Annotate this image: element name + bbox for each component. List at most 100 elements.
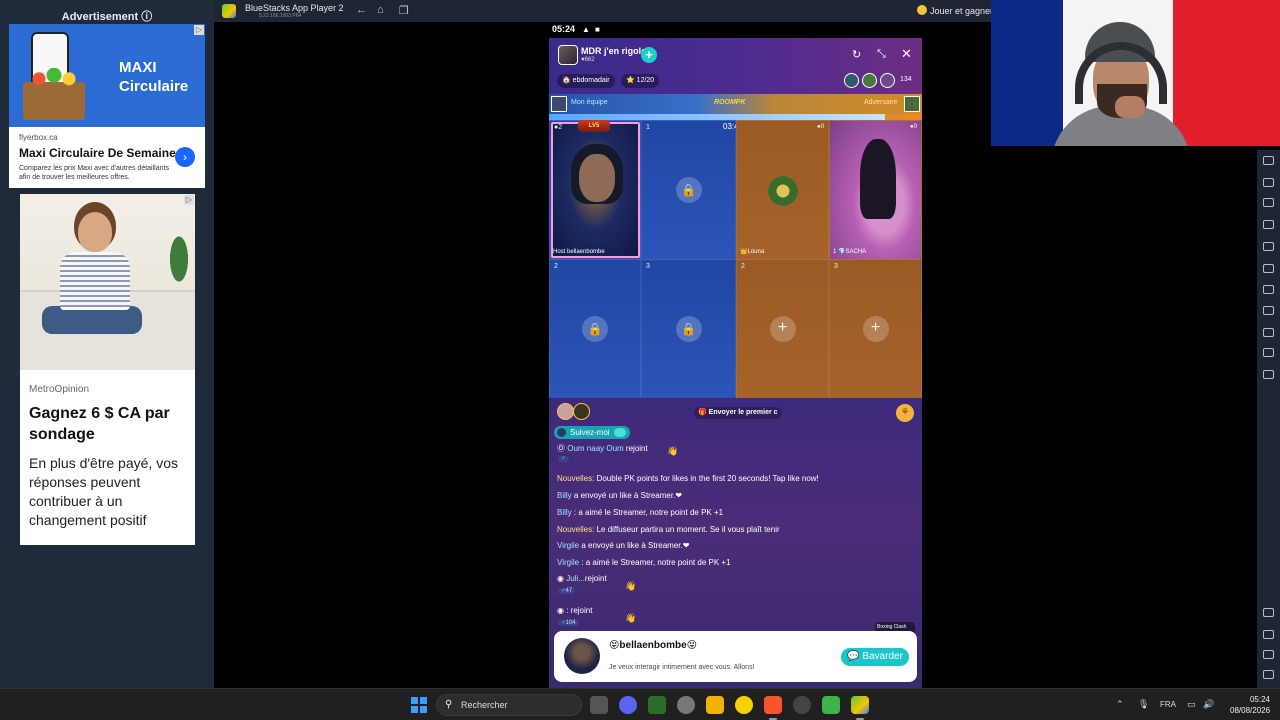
wave-icon[interactable]: 👋 [625,581,636,592]
notification-name: 😝bellaenbombe😝 [609,640,698,651]
rotate-icon[interactable] [1263,285,1274,294]
follow-plus-button[interactable]: + [641,47,657,63]
follow-me-button[interactable]: Suivez-moi [554,426,630,439]
ad-choices-icon[interactable]: ▷ [184,195,194,205]
file-explorer-icon[interactable] [706,696,724,714]
back-arrow-icon[interactable]: ← [356,4,367,16]
opponent-seat-sacha[interactable]: ●0 1 💎SACHA [829,120,922,259]
room-name[interactable]: MDR j'en rigole [581,46,646,56]
room-avatar[interactable] [558,45,578,65]
language-indicator[interactable]: FRA [1160,700,1176,709]
lock-heart-icon[interactable]: 🔒 [675,315,702,342]
plus-heart-icon[interactable]: + [862,315,889,342]
recent-apps-icon[interactable]: ❐ [399,4,409,17]
host-seat[interactable]: LV5 ●2 Host bellaenbombe [549,120,641,259]
ad-metroopinion-title[interactable]: Gagnez 6 $ CA par sondage [29,403,189,445]
viewer-count[interactable]: 134 [900,76,912,83]
back-icon[interactable] [1263,630,1274,639]
ad-maxi-image[interactable]: MAXI Circulaire ▷ [9,24,205,127]
seat-number: 3 [646,263,650,270]
share-icon[interactable]: ↻ [852,48,861,61]
discord-icon[interactable] [619,696,637,714]
lock-heart-icon[interactable]: 🔒 [582,315,608,342]
plus-heart-icon[interactable]: + [769,315,796,342]
seat-2-team[interactable]: 2 🔒 [549,259,641,398]
host-video[interactable] [551,122,640,258]
bluestacks-taskbar-icon[interactable] [851,696,869,714]
record-icon[interactable] [1263,220,1274,229]
taskbar-clock[interactable]: 05:24 08/08/2026 [1230,694,1270,716]
ad-maxi-title[interactable]: Maxi Circulaire De Semaine [19,146,176,160]
minimize-icon[interactable]: ⤡ [877,48,886,61]
seat-3-opponent[interactable]: 3 + [829,259,922,398]
viewer-avatar[interactable] [844,73,859,88]
sacha-label: 1 💎SACHA [833,249,867,255]
ad-maxi[interactable]: MAXI Circulaire ▷ flyerbox.ca Maxi Circu… [9,24,205,188]
snapchat-icon[interactable] [735,696,753,714]
ad-maxi-brand: MAXI Circulaire [119,59,189,95]
location-icon[interactable] [1263,328,1274,337]
gift-icon[interactable]: ⚘ [896,404,914,422]
media-icon[interactable] [1263,242,1274,251]
brave-browser-icon[interactable] [764,696,782,714]
ad-metroopinion[interactable]: ▷ MetroOpinion Gagnez 6 $ CA par sondage… [20,194,195,545]
seat-grid: LV5 ●2 Host bellaenbombe 1 🔒 03:44 ●0 👑L… [549,120,922,398]
microphone-icon[interactable]: 🎙 [1138,699,1149,710]
weekly-rank-pill[interactable]: 🏠 ebdomadair [557,74,615,88]
opponent-host-seat[interactable]: ●0 👑Louna [736,120,829,259]
home-side-icon[interactable] [1263,650,1274,659]
seat-2-opponent[interactable]: 2 + [736,259,829,398]
sacha-video[interactable] [830,121,921,259]
home-icon[interactable]: ⌂ [377,4,384,16]
viewer-avatars[interactable] [844,73,899,89]
search-icon: ⚲ [445,699,453,710]
notification-message: Je veux interagir intimement avec vous. … [609,664,755,671]
layers-icon[interactable] [1263,348,1274,357]
wave-icon[interactable]: 👋 [625,613,636,624]
settings-icon[interactable] [1263,608,1274,617]
shake-icon[interactable] [1263,264,1274,273]
viewer-avatar[interactable] [862,73,877,88]
sync-icon[interactable] [1263,370,1274,379]
play-store-icon[interactable] [648,696,666,714]
obs-icon[interactable] [793,696,811,714]
volume-icon[interactable]: 🔊 [1203,699,1214,710]
play-and-win-button[interactable]: Jouer et gagner [917,5,993,16]
green-app-icon[interactable] [822,696,840,714]
send-first-gift-button[interactable]: 🎁 Envoyer le premier c [694,407,782,419]
chat-like-line: Virgile a envoyé un like à Streamer.❤ [557,541,690,550]
close-icon[interactable]: ✕ [901,46,912,62]
chevron-right-icon[interactable]: › [175,147,195,167]
my-team-avatar[interactable] [551,96,567,112]
screenshot-icon[interactable] [1263,198,1274,207]
taskbar-search[interactable]: ⚲ Rechercher [436,694,582,716]
task-view-icon[interactable] [590,696,608,714]
wave-icon[interactable]: 👋 [667,446,678,457]
top-gifter-avatar[interactable] [573,403,590,420]
notification-avatar[interactable] [564,638,600,674]
ad-metroopinion-image[interactable]: ▷ [20,194,195,370]
seat-3-team[interactable]: 3 🔒 [641,259,736,398]
windows-start-icon[interactable] [411,697,427,713]
lock-heart-icon[interactable]: 🔒 [675,176,702,203]
star-rank-pill[interactable]: ⭐ 12/20 [621,74,660,88]
chat-notification[interactable]: 😝bellaenbombe😝 Je veux interagir intimem… [554,631,917,682]
bluestacks-version: 5.22.166.1003 P64 [259,13,302,19]
eco-mode-icon[interactable] [1263,306,1274,315]
ad-label: Advertisement ⓘ [61,11,153,23]
chat-button[interactable]: 💬 Bavarder [841,648,909,666]
level-badge: ♂47 [558,588,576,594]
opponent-avatar[interactable] [904,96,920,112]
louna-label: 👑Louna [740,249,765,255]
top-gifter-avatar[interactable] [557,403,574,420]
viewer-avatar[interactable] [880,73,895,88]
seat-1-team[interactable]: 1 🔒 [641,120,736,259]
keyboard-icon[interactable] [1263,156,1274,165]
recents-side-icon[interactable] [1263,670,1274,679]
ad-choices-icon[interactable]: ▷ [194,25,204,35]
chevron-up-icon[interactable]: ⌃ [1116,699,1124,710]
settings-app-icon[interactable] [677,696,695,714]
host-score: ●2 [554,124,563,131]
gamepad-icon[interactable] [1263,178,1274,187]
display-icon[interactable]: ▭ [1187,699,1196,710]
